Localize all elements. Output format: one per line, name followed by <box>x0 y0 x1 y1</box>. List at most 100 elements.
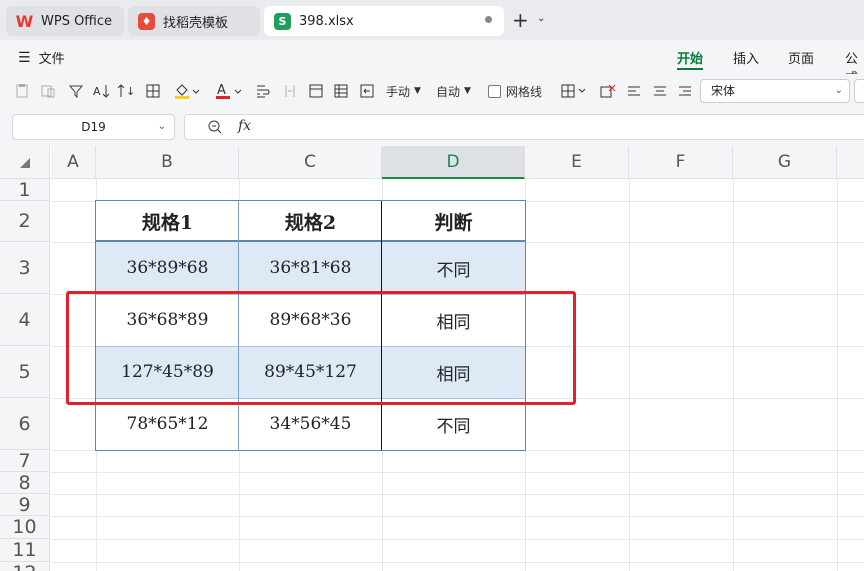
chevron-down-icon: ▼ <box>464 86 471 96</box>
gridlines-toggle[interactable]: 网格线 <box>488 81 542 101</box>
column-header-c[interactable]: C <box>239 146 382 179</box>
column-header-d[interactable]: D <box>382 146 525 179</box>
gridline <box>51 472 864 473</box>
borders-icon[interactable] <box>145 81 161 101</box>
tab-insert[interactable]: 插入 <box>733 48 759 67</box>
freeze-panes-icon[interactable] <box>308 81 324 101</box>
column-header-e[interactable]: E <box>525 146 629 179</box>
gridlines-label: 网格线 <box>506 84 543 99</box>
manual-label: 手动 <box>386 84 411 99</box>
fill-color-icon[interactable] <box>173 81 199 101</box>
chevron-down-icon: ⌄ <box>834 85 843 96</box>
column-header-h[interactable] <box>837 146 864 179</box>
tab-file-398[interactable]: S 398.xlsx <box>264 6 504 36</box>
font-family-select[interactable]: 宋体 ⌄ <box>700 79 850 103</box>
row-header-10[interactable]: 10 <box>0 516 50 539</box>
ribbon-toolbar: A ↓ A 手动 ▼ 自动 ▼ 网格线 宋体 ⌄ <box>0 74 864 108</box>
row-header-7[interactable]: 7 <box>0 450 50 472</box>
tab-home[interactable]: 开始 <box>677 48 703 67</box>
table-header-cell-spec2[interactable]: 规格2 <box>239 201 382 242</box>
hamburger-icon: ☰ <box>18 49 31 66</box>
wrap-text-icon[interactable] <box>255 81 271 101</box>
file-menu-label: 文件 <box>38 52 65 67</box>
column-header-g[interactable]: G <box>733 146 837 179</box>
name-box[interactable]: D19 ⌄ <box>12 114 175 140</box>
highlight-annotation-box <box>66 291 576 405</box>
table-cell[interactable]: 不同 <box>382 398 525 450</box>
align-left-icon[interactable] <box>627 81 641 101</box>
font-family-value: 宋体 <box>711 84 736 98</box>
column-header-a[interactable]: A <box>51 146 96 179</box>
merge-cells-icon[interactable] <box>359 81 375 101</box>
manual-row-height-dropdown[interactable]: 手动 ▼ <box>386 81 421 101</box>
column-header-b[interactable]: B <box>96 146 239 179</box>
gridlines-checkbox[interactable] <box>488 84 501 98</box>
cell-reference: D19 <box>81 120 106 134</box>
row-header-8[interactable]: 8 <box>0 472 50 494</box>
tab-file-label: 398.xlsx <box>299 13 354 29</box>
table-cell[interactable]: 36*81*68 <box>239 242 382 294</box>
table-cell[interactable]: 36*89*68 <box>96 242 239 294</box>
tab-template[interactable]: ♦ 找稻壳模板 <box>128 6 260 36</box>
svg-text:A: A <box>217 83 226 98</box>
align-center-icon[interactable] <box>653 81 667 101</box>
font-size-select[interactable] <box>854 79 864 103</box>
spreadsheet-icon: S <box>274 12 291 30</box>
table-style-icon[interactable] <box>333 81 349 101</box>
clear-format-icon[interactable] <box>599 81 617 101</box>
column-header-f[interactable]: F <box>629 146 733 179</box>
table-header-divider <box>96 240 525 242</box>
align-right-icon[interactable] <box>678 81 692 101</box>
tab-page[interactable]: 页面 <box>788 48 814 67</box>
chevron-down-icon: ▼ <box>414 86 421 96</box>
conditional-format-icon[interactable] <box>560 81 586 101</box>
formula-input[interactable]: fx <box>184 114 864 140</box>
sort-descending-icon[interactable]: ↓ <box>118 81 136 101</box>
row-header-1[interactable]: 1 <box>0 179 50 201</box>
auto-fit-dropdown[interactable]: 自动 ▼ <box>436 81 471 101</box>
row-header-2[interactable]: 2 <box>0 201 50 242</box>
wps-logo-icon: W <box>15 11 34 31</box>
row-header-5[interactable]: 5 <box>0 346 50 398</box>
sort-ascending-icon[interactable]: A <box>93 81 111 101</box>
paste-icon[interactable] <box>14 81 30 101</box>
table-cell[interactable]: 78*65*12 <box>96 398 239 450</box>
gridline <box>51 539 864 540</box>
file-menu-button[interactable]: ☰ 文件 <box>18 48 65 68</box>
row-header-6[interactable]: 6 <box>0 398 50 450</box>
svg-text:A: A <box>93 85 101 98</box>
filter-icon[interactable] <box>68 81 84 101</box>
table-cell[interactable]: 34*56*45 <box>239 398 382 450</box>
tab-template-label: 找稻壳模板 <box>163 15 229 31</box>
new-tab-button[interactable]: + <box>512 8 529 32</box>
auto-label: 自动 <box>436 84 461 99</box>
title-tab-bar: W WPS Office ♦ 找稻壳模板 S 398.xlsx + ⌄ <box>0 0 864 40</box>
row-header-3[interactable]: 3 <box>0 242 50 294</box>
unsaved-dot-icon[interactable] <box>485 16 492 23</box>
tab-wps-label: WPS Office <box>41 13 113 29</box>
triangle-icon <box>20 158 30 168</box>
table-cell[interactable]: 不同 <box>382 242 525 294</box>
formula-bar: D19 ⌄ fx <box>0 108 864 146</box>
docer-logo-icon: ♦ <box>138 12 155 30</box>
row-header-9[interactable]: 9 <box>0 494 50 516</box>
select-all-corner[interactable] <box>0 146 50 179</box>
zoom-icon[interactable] <box>207 119 223 139</box>
format-painter-icon[interactable] <box>40 81 56 101</box>
table-header-cell-spec1[interactable]: 规格1 <box>96 201 239 242</box>
gridline <box>51 516 864 517</box>
chevron-down-icon[interactable]: ⌄ <box>537 13 545 24</box>
gridline <box>733 179 734 571</box>
row-header-11[interactable]: 11 <box>0 539 50 562</box>
function-icon[interactable]: fx <box>238 118 251 134</box>
row-header-12[interactable]: 12 <box>0 562 50 571</box>
font-color-icon[interactable]: A <box>214 81 242 101</box>
svg-text:↓: ↓ <box>126 85 135 98</box>
row-header-4[interactable]: 4 <box>0 294 50 346</box>
chevron-down-icon: ⌄ <box>157 121 166 132</box>
table-header-cell-judge[interactable]: 判断 <box>382 201 525 242</box>
gridline <box>629 179 630 571</box>
column-width-icon[interactable] <box>282 81 298 101</box>
tab-wps-office[interactable]: W WPS Office <box>6 6 124 36</box>
gridline <box>837 179 838 571</box>
